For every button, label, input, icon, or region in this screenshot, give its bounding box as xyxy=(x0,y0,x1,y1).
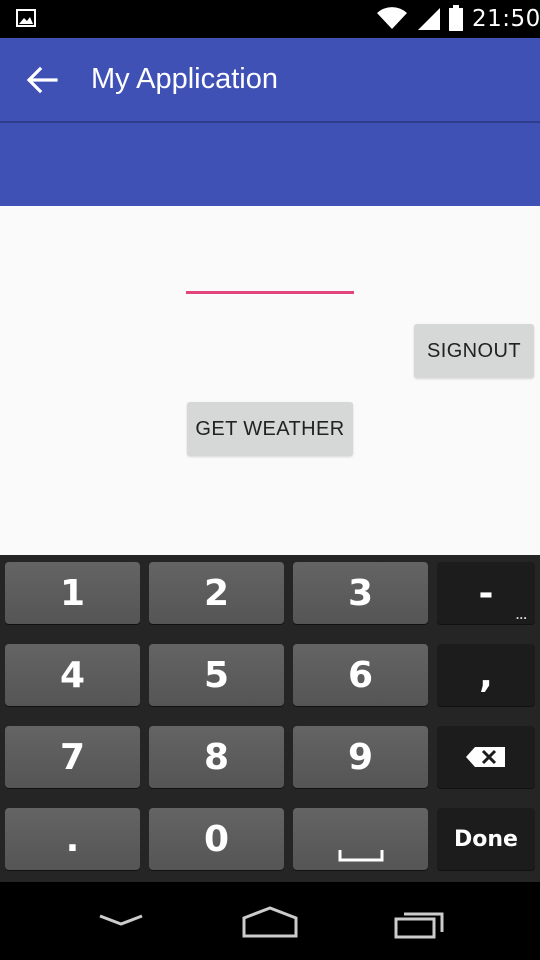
gallery-icon xyxy=(16,9,36,27)
key-comma[interactable]: , xyxy=(437,644,535,706)
back-icon[interactable] xyxy=(96,902,146,942)
wifi-icon xyxy=(377,7,407,29)
key-7[interactable]: 7 xyxy=(5,726,140,788)
key-9[interactable]: 9 xyxy=(293,726,428,788)
text-input[interactable] xyxy=(186,266,354,294)
key-more-indicator: ... xyxy=(515,611,527,622)
space-key[interactable] xyxy=(293,808,428,870)
key-2[interactable]: 2 xyxy=(149,562,284,624)
key-0[interactable]: 0 xyxy=(149,808,284,870)
key-minus-label: - xyxy=(478,572,494,614)
key-8[interactable]: 8 xyxy=(149,726,284,788)
app-bar: My Application xyxy=(0,38,540,122)
key-1[interactable]: 1 xyxy=(5,562,140,624)
key-6[interactable]: 6 xyxy=(293,644,428,706)
backspace-key[interactable] xyxy=(437,726,535,788)
status-clock: 21:50 xyxy=(472,6,540,32)
signout-button[interactable]: SIGNOUT xyxy=(414,324,534,378)
header-band xyxy=(0,123,540,206)
get-weather-button[interactable]: GET WEATHER xyxy=(187,402,353,456)
content-area: SIGNOUT GET WEATHER xyxy=(0,206,540,555)
key-period[interactable]: . xyxy=(5,808,140,870)
key-minus[interactable]: - ... xyxy=(437,562,535,624)
status-bar: 21:50 xyxy=(0,0,540,38)
backspace-icon xyxy=(466,747,505,767)
home-icon[interactable] xyxy=(240,902,300,942)
space-icon xyxy=(338,850,384,862)
app-title: My Application xyxy=(91,63,278,95)
recents-icon[interactable] xyxy=(392,902,448,942)
numeric-keyboard: 1 2 3 - ... 4 5 6 , 7 8 9 . 0 Done xyxy=(0,555,540,882)
arrow-back-icon[interactable] xyxy=(24,64,60,96)
key-4[interactable]: 4 xyxy=(5,644,140,706)
key-5[interactable]: 5 xyxy=(149,644,284,706)
navigation-bar xyxy=(0,882,540,960)
done-key[interactable]: Done xyxy=(437,808,535,870)
battery-icon xyxy=(449,5,463,31)
key-3[interactable]: 3 xyxy=(293,562,428,624)
signal-icon xyxy=(418,8,440,30)
